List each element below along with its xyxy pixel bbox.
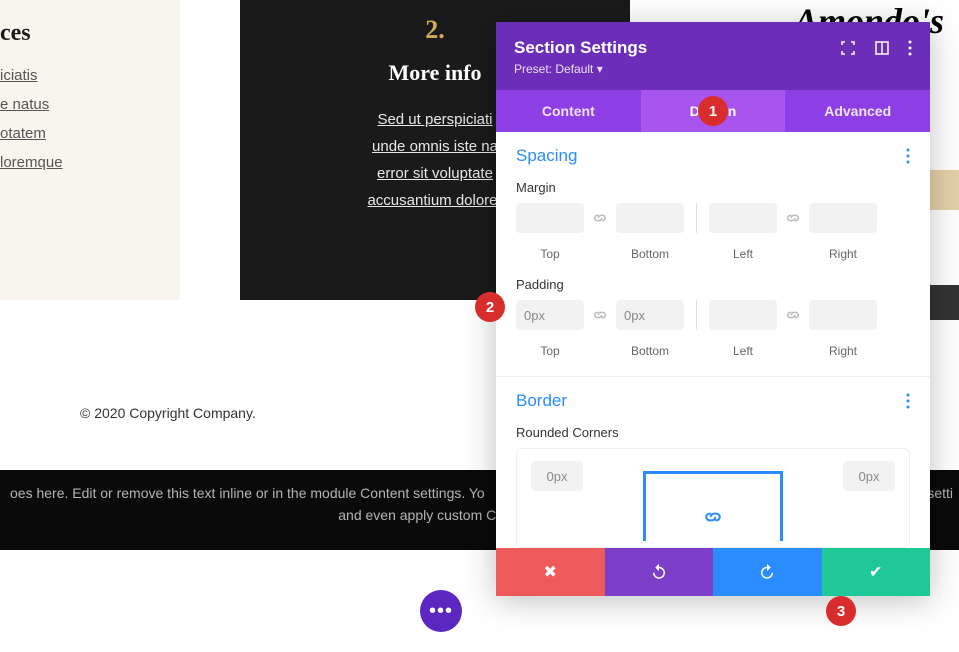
copyright-text: © 2020 Copyright Company. <box>80 405 256 421</box>
left-label: Left <box>709 344 777 358</box>
annotation-marker-1: 1 <box>698 96 728 126</box>
undo-button[interactable] <box>605 548 714 596</box>
corner-tr-input[interactable] <box>843 461 895 491</box>
padding-top-input[interactable] <box>516 300 584 330</box>
top-label: Top <box>516 344 584 358</box>
top-label: Top <box>516 247 584 261</box>
redo-button[interactable] <box>713 548 822 596</box>
layout-icon[interactable] <box>874 40 890 56</box>
close-icon: ✖ <box>544 562 557 582</box>
link-icon[interactable] <box>590 211 610 225</box>
margin-label: Margin <box>516 180 910 195</box>
corner-tl-input[interactable] <box>531 461 583 491</box>
corner-preview <box>643 471 783 541</box>
rounded-corners-label: Rounded Corners <box>516 425 910 440</box>
padding-bottom-input[interactable] <box>616 300 684 330</box>
preset-dropdown[interactable]: Preset: Default ▾ <box>496 62 930 90</box>
bg-link[interactable]: otatem <box>0 120 180 147</box>
divider <box>696 203 697 233</box>
link-icon[interactable] <box>783 308 803 322</box>
footer-text: oes here. Edit or remove this text inlin… <box>10 485 485 501</box>
left-label: Left <box>709 247 777 261</box>
right-label: Right <box>809 247 877 261</box>
tab-advanced[interactable]: Advanced <box>785 90 930 132</box>
tab-content[interactable]: Content <box>496 90 641 132</box>
undo-icon <box>650 563 668 581</box>
save-button[interactable]: ✔ <box>822 548 931 596</box>
bg-tan-strip <box>926 170 959 210</box>
border-section: Border Rounded Corners <box>496 377 930 548</box>
annotation-marker-3: 3 <box>826 596 856 626</box>
border-more-icon[interactable] <box>906 393 910 409</box>
panel-title: Section Settings <box>514 38 647 58</box>
margin-right-input[interactable] <box>809 203 877 233</box>
annotation-marker-2: 2 <box>475 292 505 322</box>
margin-left-input[interactable] <box>709 203 777 233</box>
bg-left-heading: ces <box>0 20 180 47</box>
margin-bottom-input[interactable] <box>616 203 684 233</box>
padding-label: Padding <box>516 277 910 292</box>
margin-top-input[interactable] <box>516 203 584 233</box>
fab-more-button[interactable]: ••• <box>420 590 462 632</box>
footer-text-right: setti <box>927 485 953 501</box>
right-label: Right <box>809 344 877 358</box>
link-icon[interactable] <box>783 211 803 225</box>
spacing-section: Spacing Margin Top <box>496 132 930 377</box>
redo-icon <box>758 563 776 581</box>
check-icon: ✔ <box>869 562 882 582</box>
spacing-toggle[interactable]: Spacing <box>516 146 577 166</box>
panel-body: Spacing Margin Top <box>496 132 930 548</box>
bg-dark-strip <box>929 285 959 320</box>
padding-left-input[interactable] <box>709 300 777 330</box>
corner-link-icon[interactable] <box>704 508 722 526</box>
bg-link[interactable]: loremque <box>0 149 180 176</box>
focus-icon[interactable] <box>840 40 856 56</box>
panel-footer: ✖ ✔ <box>496 548 930 596</box>
rounded-corners-control <box>516 448 910 548</box>
bottom-label: Bottom <box>616 247 684 261</box>
padding-right-input[interactable] <box>809 300 877 330</box>
bg-link[interactable]: e natus <box>0 91 180 118</box>
bg-left-column: ces iciatis e natus otatem loremque <box>0 0 180 300</box>
link-icon[interactable] <box>590 308 610 322</box>
border-toggle[interactable]: Border <box>516 391 567 411</box>
chevron-down-icon: ▾ <box>597 62 603 76</box>
bottom-label: Bottom <box>616 344 684 358</box>
bg-link[interactable]: iciatis <box>0 62 180 89</box>
divider <box>696 300 697 330</box>
spacing-more-icon[interactable] <box>906 148 910 164</box>
ellipsis-icon: ••• <box>429 600 453 623</box>
more-vert-icon[interactable] <box>908 40 912 56</box>
close-button[interactable]: ✖ <box>496 548 605 596</box>
bg-left-links: iciatis e natus otatem loremque <box>0 62 180 176</box>
